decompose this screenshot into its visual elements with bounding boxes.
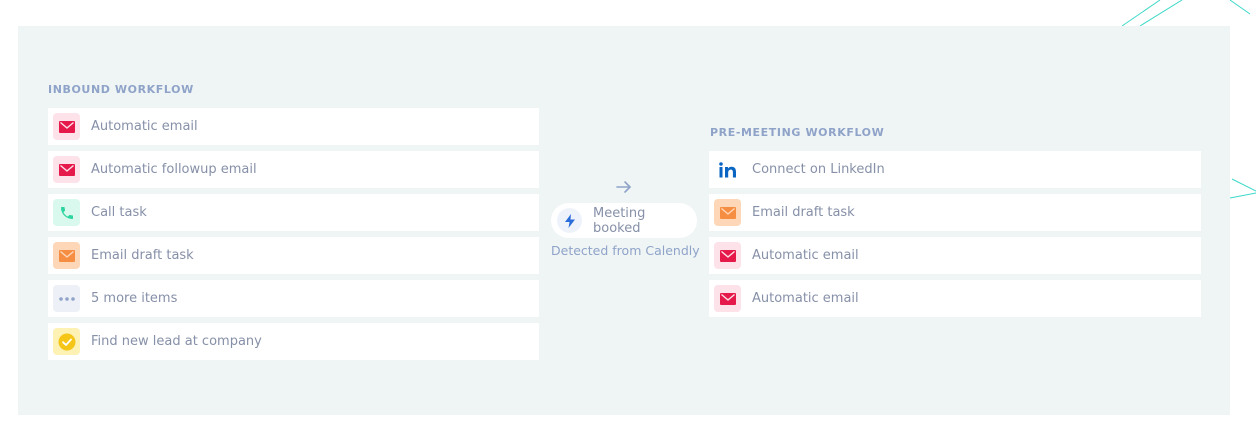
inbound-item-label: Find new lead at company — [91, 334, 262, 349]
pre-meeting-workflow-title: PRE-MEETING WORKFLOW — [710, 126, 885, 139]
check-circle-icon — [53, 328, 80, 355]
inbound-item-label: Call task — [91, 205, 147, 220]
inbound-item-find-new-lead[interactable]: Find new lead at company — [48, 323, 539, 360]
mail-red-icon — [714, 242, 741, 269]
premeeting-item-automatic-email[interactable]: Automatic email — [709, 237, 1201, 274]
arrow-right-icon — [616, 181, 631, 193]
inbound-item-label: Email draft task — [91, 248, 194, 263]
inbound-workflow-title: INBOUND WORKFLOW — [48, 83, 194, 96]
meeting-booked-label: Meeting booked — [593, 205, 646, 236]
meeting-booked-trigger[interactable]: Meeting booked — [551, 203, 697, 238]
inbound-item-call-task[interactable]: Call task — [48, 194, 539, 231]
linkedin-icon — [714, 156, 741, 183]
inbound-item-automatic-email[interactable]: Automatic email — [48, 108, 539, 145]
mail-red-icon — [714, 285, 741, 312]
mail-red-icon — [53, 113, 80, 140]
inbound-item-label: Automatic email — [91, 119, 198, 134]
premeeting-item-email-draft-task[interactable]: Email draft task — [709, 194, 1201, 231]
inbound-item-label: 5 more items — [91, 291, 178, 306]
more-dots-icon — [53, 285, 80, 312]
mail-orange-icon — [714, 199, 741, 226]
premeeting-item-label: Automatic email — [752, 248, 859, 263]
premeeting-item-automatic-email[interactable]: Automatic email — [709, 280, 1201, 317]
inbound-item-more-items[interactable]: 5 more items — [48, 280, 539, 317]
premeeting-item-connect-linkedin[interactable]: Connect on LinkedIn — [709, 151, 1201, 188]
inbound-item-automatic-followup-email[interactable]: Automatic followup email — [48, 151, 539, 188]
inbound-item-label: Automatic followup email — [91, 162, 257, 177]
phone-icon — [53, 199, 80, 226]
lightning-bolt-icon — [557, 208, 582, 233]
detected-from-calendly: Detected from Calendly — [551, 243, 700, 258]
premeeting-item-label: Email draft task — [752, 205, 855, 220]
mail-orange-icon — [53, 242, 80, 269]
premeeting-item-label: Connect on LinkedIn — [752, 162, 885, 177]
mail-red-icon — [53, 156, 80, 183]
decorative-lines-right — [1229, 178, 1256, 199]
premeeting-item-label: Automatic email — [752, 291, 859, 306]
inbound-item-email-draft-task[interactable]: Email draft task — [48, 237, 539, 274]
